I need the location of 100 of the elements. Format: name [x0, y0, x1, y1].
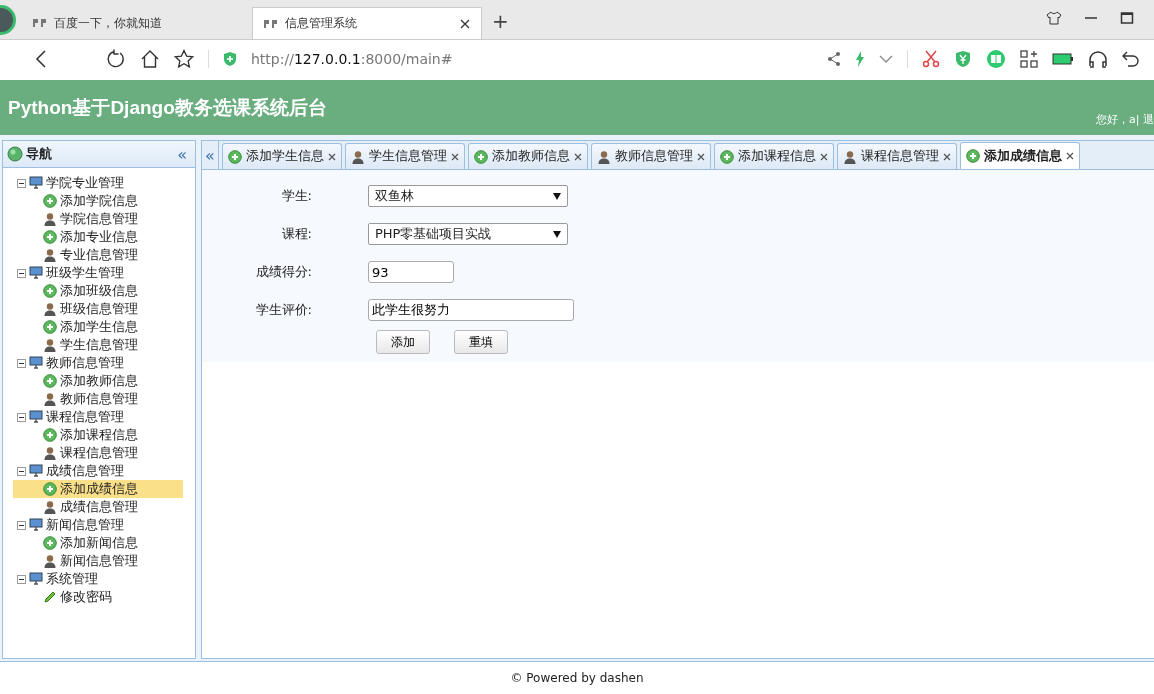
collapse-icon[interactable] [17, 178, 26, 188]
form-button[interactable]: 添加 [376, 330, 430, 354]
monitor-icon [29, 518, 43, 532]
tree-item[interactable]: 学院信息管理 [13, 210, 183, 228]
tree-item[interactable]: 新闻信息管理 [13, 552, 183, 570]
tree-item[interactable]: 添加班级信息 [13, 282, 183, 300]
person-icon [43, 500, 57, 514]
tree-item[interactable]: 添加学生信息 [13, 318, 183, 336]
tab[interactable]: 添加学生信息 [221, 143, 342, 169]
field-label: 学生评价: [254, 301, 312, 319]
tab[interactable]: 添加教师信息 [467, 143, 588, 169]
tree-item[interactable]: 添加专业信息 [13, 228, 183, 246]
tab[interactable]: 添加课程信息 [713, 143, 834, 169]
tab[interactable]: 学生信息管理 [344, 143, 465, 169]
maximize-icon[interactable] [1120, 11, 1134, 25]
headphones-icon[interactable] [1088, 50, 1108, 68]
tree-item[interactable]: 添加新闻信息 [13, 534, 183, 552]
close-icon[interactable] [450, 152, 459, 161]
plus-circle-icon [43, 374, 57, 388]
close-icon[interactable] [327, 152, 336, 161]
tree-group[interactable]: 教师信息管理 [46, 354, 124, 372]
tab-scroll-button[interactable]: « [202, 141, 219, 169]
plus-circle-icon [43, 284, 57, 298]
dropdown[interactable]: 双鱼林 [368, 185, 568, 207]
chevron-down-icon[interactable] [879, 54, 893, 64]
collapse-icon[interactable] [17, 520, 26, 530]
input-field[interactable]: 此学生很努力 [368, 299, 574, 321]
battery-icon[interactable] [1052, 53, 1074, 65]
plus-circle-icon [43, 428, 57, 442]
tree-group[interactable]: 新闻信息管理 [46, 516, 124, 534]
collapse-icon[interactable] [17, 466, 26, 476]
collapse-icon[interactable] [17, 412, 26, 422]
person-icon [43, 446, 57, 460]
input-field[interactable]: 93 [368, 261, 454, 283]
field-label: 课程: [280, 225, 312, 243]
app-title: Python基于Django教务选课系统后台 [8, 95, 327, 120]
close-icon[interactable] [819, 152, 828, 161]
scissors-icon[interactable] [922, 50, 940, 68]
collapse-icon[interactable] [17, 358, 26, 368]
reload-icon[interactable] [106, 49, 126, 69]
apps-icon[interactable] [1020, 50, 1038, 68]
monitor-icon [29, 176, 43, 190]
person-icon [43, 212, 57, 226]
tree-item[interactable]: 教师信息管理 [13, 390, 183, 408]
plus-circle-icon [965, 149, 980, 163]
star-icon[interactable] [174, 49, 194, 69]
tab-title: 百度一下，你就知道 [54, 14, 162, 32]
tree-item[interactable]: 修改密码 [13, 588, 183, 606]
tree-item[interactable]: 添加课程信息 [13, 426, 183, 444]
person-icon [43, 554, 57, 568]
plus-circle-icon [43, 230, 57, 244]
shield-icon [223, 51, 237, 67]
browser-tab[interactable]: 信息管理系统 [252, 7, 482, 39]
monitor-icon [29, 266, 43, 280]
tree-group[interactable]: 班级学生管理 [46, 264, 124, 282]
tree-group[interactable]: 系统管理 [46, 570, 98, 588]
person-icon [43, 338, 57, 352]
close-icon[interactable] [1065, 152, 1074, 160]
undo-icon[interactable] [1122, 51, 1140, 67]
tree-item[interactable]: 添加成绩信息 [13, 480, 183, 498]
tab-title: 信息管理系统 [285, 15, 357, 32]
tree-item[interactable]: 课程信息管理 [13, 444, 183, 462]
plus-circle-icon [227, 149, 242, 164]
tree-item[interactable]: 学生信息管理 [13, 336, 183, 354]
close-icon[interactable] [696, 152, 705, 161]
close-icon[interactable] [573, 152, 582, 161]
shirt-icon[interactable] [1046, 11, 1062, 25]
tree-item[interactable]: 添加教师信息 [13, 372, 183, 390]
tree-group[interactable]: 课程信息管理 [46, 408, 124, 426]
tree-group[interactable]: 学院专业管理 [46, 174, 124, 192]
collapse-icon[interactable] [17, 268, 26, 278]
tab[interactable]: 课程信息管理 [836, 143, 957, 169]
browser-tab[interactable]: 百度一下，你就知道 [22, 7, 252, 39]
tab[interactable]: 教师信息管理 [590, 143, 711, 169]
share-icon[interactable] [827, 51, 841, 67]
person-icon [43, 302, 57, 316]
plus-circle-icon [719, 149, 734, 164]
collapse-icon[interactable] [17, 574, 26, 584]
tree-item[interactable]: 专业信息管理 [13, 246, 183, 264]
home-icon[interactable] [140, 49, 160, 69]
caret-icon [553, 230, 561, 238]
caret-icon [553, 192, 561, 200]
close-icon[interactable] [942, 152, 951, 161]
tab[interactable]: 添加成绩信息 [959, 142, 1080, 169]
tree-item[interactable]: 班级信息管理 [13, 300, 183, 318]
new-tab-button[interactable]: + [482, 9, 519, 39]
collapse-button[interactable]: « [177, 144, 187, 164]
close-icon[interactable] [459, 17, 471, 30]
tree-item[interactable]: 成绩信息管理 [13, 498, 183, 516]
tree-group[interactable]: 成绩信息管理 [46, 462, 124, 480]
back-icon[interactable] [34, 49, 48, 69]
field-label: 学生: [280, 187, 312, 205]
monitor-icon [29, 572, 43, 586]
form-button[interactable]: 重填 [454, 330, 508, 354]
person-icon [596, 149, 611, 164]
dropdown[interactable]: PHP零基础项目实战 [368, 223, 568, 245]
monitor-icon [29, 356, 43, 370]
address-bar[interactable]: http://127.0.0.1:8000/main# [251, 51, 453, 67]
tree-item[interactable]: 添加学院信息 [13, 192, 183, 210]
footer-text: © Powered by dashen [510, 671, 644, 685]
